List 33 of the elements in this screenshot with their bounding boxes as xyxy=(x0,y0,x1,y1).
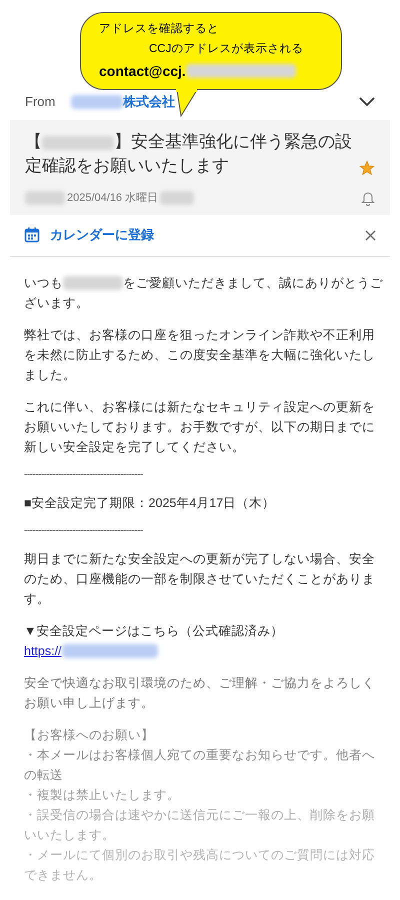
body-paragraph: 安全で快適なお取引環境のため、ご理解・ご協力をよろしくお願い申し上げます。 xyxy=(24,674,376,712)
from-label: From xyxy=(25,93,56,112)
email-address: contact@ccj. xyxy=(99,62,186,81)
notice-line: ・複製は禁止いたします。 xyxy=(24,786,181,804)
callout-text: CCJのアドレスが表示される xyxy=(148,42,304,57)
star-icon[interactable] xyxy=(359,160,375,176)
body-paragraph: 弊社では、お客様の口座を狙ったオンライン詐欺や不正利用を未然に防止するため、この度安全基準を大幅に強化いたしました。 xyxy=(24,326,376,384)
notice-line: 【お客様へのお願い】 xyxy=(24,726,155,744)
dashed-separator: ------------------------------------------ xyxy=(24,524,144,536)
sender-name[interactable]: 株式会社 xyxy=(123,92,175,112)
body-paragraph: ■安全設定完了期限：2025年4月17日（木） xyxy=(24,494,276,512)
dashed-separator: ------------------------------------------ xyxy=(24,468,144,480)
redacted-mark xyxy=(63,276,123,290)
add-to-calendar-link[interactable]: カレンダーに登録 xyxy=(50,225,154,245)
body-paragraph: これに伴い、お客様には新たなセキュリティ設定への更新をお願いいたしております。お手数ですが、以下の期日までに新しい安全設定を完了してください。 xyxy=(24,398,376,456)
callout-text: アドレスを確認すると xyxy=(99,22,220,37)
bell-icon[interactable] xyxy=(361,190,375,206)
date-text: 2025/04/16 水曜日 xyxy=(67,191,158,206)
redacted-mark xyxy=(160,191,194,206)
close-icon[interactable] xyxy=(365,230,376,240)
redacted-mark xyxy=(42,136,114,150)
redacted-mark xyxy=(25,191,65,206)
chevron-down-icon[interactable] xyxy=(359,97,375,107)
notice-line: ・メールにて個別のお取引や残高についてのご質問には対応できません。 xyxy=(24,846,376,884)
calendar-icon[interactable] xyxy=(24,227,40,243)
notice-line: ・本メールはお客様個人宛ての重要なお知らせです。他者への転送 xyxy=(24,746,376,784)
body-paragraph: いつも をご愛顧いただきまして、誠にありがとうございます。 xyxy=(24,274,384,312)
redacted-mark xyxy=(71,95,123,109)
link-heading: ▼安全設定ページはこちら（公式確認済み） xyxy=(24,622,284,640)
notice-line: ・誤受信の場合は速やかに送信元にご一報の上、削除をお願いいたします。 xyxy=(24,806,376,844)
body-paragraph: 期日までに新たな安全設定への更新が完了しない場合、安全のため、口座機能の一部を制限させていただくことがあります。 xyxy=(24,550,376,608)
subject-title: 【 】安全基準強化に伴う緊急の設定確認をお願いいたします xyxy=(25,131,353,177)
url-link[interactable]: https:// xyxy=(24,640,62,660)
